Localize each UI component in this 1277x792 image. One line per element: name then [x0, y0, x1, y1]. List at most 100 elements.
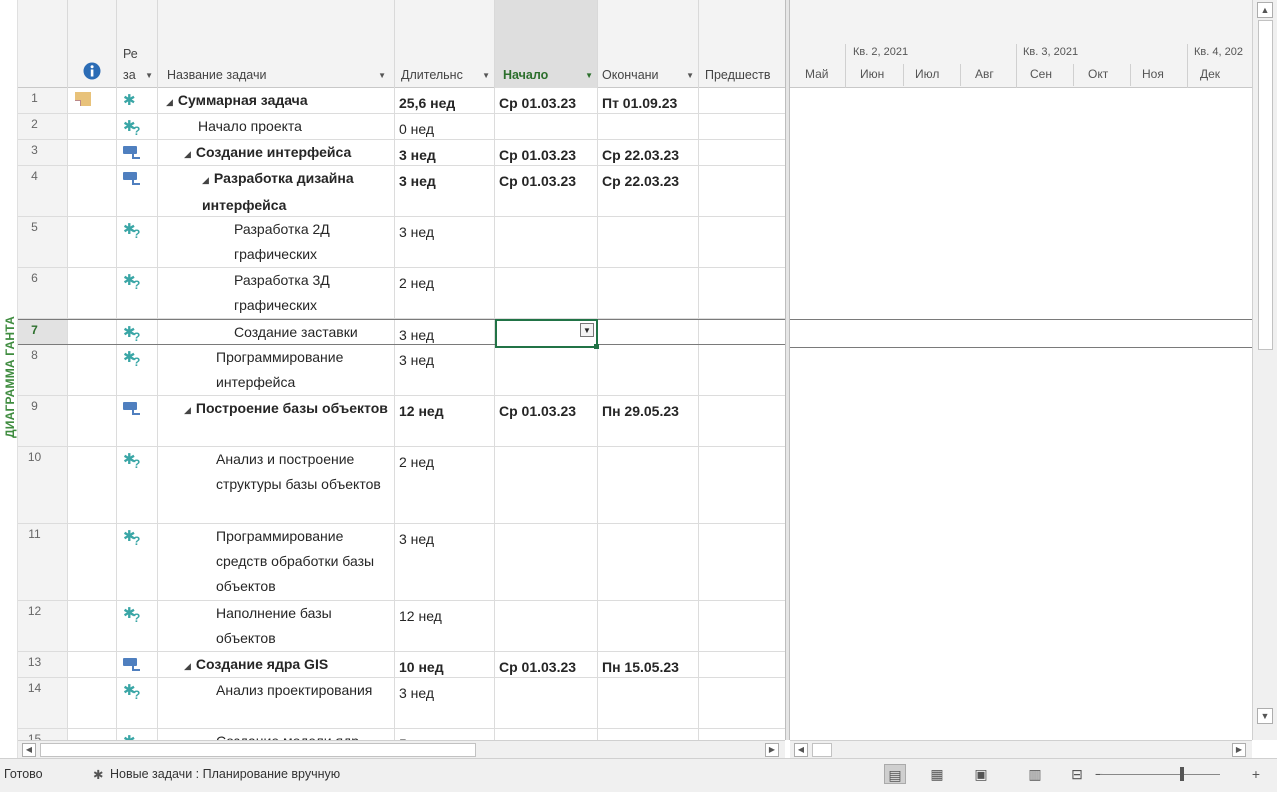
new-tasks-mode[interactable]: Новые задачи : Планирование вручную [110, 767, 340, 781]
start-cell[interactable] [495, 268, 598, 318]
duration-cell[interactable]: 3 нед [395, 140, 495, 165]
start-cell[interactable] [495, 345, 598, 395]
task-name-cell[interactable]: ◢ Создание интерфейса [158, 140, 395, 165]
task-mode-cell[interactable]: ✱? [117, 268, 158, 318]
scroll-right-icon[interactable]: ▶ [765, 743, 779, 757]
duration-cell[interactable]: 2 нед [395, 447, 495, 523]
task-mode-cell[interactable]: ✱? [117, 729, 158, 740]
zoom-slider[interactable] [1100, 774, 1220, 775]
task-name-cell[interactable]: ◢ Построение базы объектов [158, 396, 395, 446]
start-date-editor[interactable]: ▼ [495, 319, 599, 349]
task-name-cell[interactable]: Разработка 3Д графических [158, 268, 395, 318]
vertical-scrollbar[interactable]: ▲ ▼ [1252, 0, 1277, 740]
collapse-triangle-icon[interactable]: ◢ [184, 149, 191, 159]
finish-cell[interactable] [598, 268, 699, 318]
duration-cell[interactable]: 3 нед [395, 678, 495, 728]
task-mode-cell[interactable] [117, 140, 158, 165]
predecessors-cell[interactable] [699, 345, 785, 395]
collapse-triangle-icon[interactable]: ◢ [184, 661, 191, 671]
finish-cell[interactable]: Ср 22.03.23 [598, 140, 699, 165]
chevron-down-icon[interactable]: ▼ [686, 71, 694, 80]
chevron-down-icon[interactable]: ▼ [482, 71, 490, 80]
header-task-name[interactable]: Название задачи ▼ [158, 0, 395, 88]
dropdown-arrow-icon[interactable]: ▼ [580, 323, 594, 337]
duration-cell[interactable]: 12 нед [395, 601, 495, 651]
finish-cell[interactable]: Пн 15.05.23 [598, 652, 699, 677]
task-name-cell[interactable]: Анализ проектирования [158, 678, 395, 728]
report-icon[interactable]: ⊟ [1066, 764, 1088, 784]
gantt-horizontal-scrollbar[interactable]: ◀ ▶ [790, 740, 1252, 758]
start-cell[interactable]: Ср 01.03.23 [495, 88, 598, 113]
task-mode-cell[interactable]: ✱? [117, 345, 158, 395]
task-name-cell[interactable]: ◢ Суммарная задача [158, 88, 395, 113]
task-mode-cell[interactable]: ✱? [117, 601, 158, 651]
predecessors-cell[interactable] [699, 601, 785, 651]
predecessors-cell[interactable] [699, 268, 785, 318]
task-mode-cell[interactable] [117, 396, 158, 446]
fill-handle[interactable] [594, 344, 599, 349]
finish-cell[interactable] [598, 524, 699, 600]
table-row[interactable]: 6 ✱? Разработка 3Д графических 2 нед [18, 268, 785, 319]
note-icon[interactable] [75, 92, 91, 106]
predecessors-cell[interactable] [699, 729, 785, 740]
task-mode-cell[interactable] [117, 166, 158, 216]
duration-cell[interactable]: 3 нед [395, 524, 495, 600]
finish-cell[interactable]: Ср 22.03.23 [598, 166, 699, 216]
finish-cell[interactable] [598, 345, 699, 395]
task-name-cell[interactable]: Наполнение базы объектов [158, 601, 395, 651]
scroll-down-icon[interactable]: ▼ [1257, 708, 1273, 724]
duration-cell[interactable]: 12 нед [395, 396, 495, 446]
task-name-cell[interactable]: Создание модели ядр [158, 729, 395, 740]
team-planner-icon[interactable]: ▣ [970, 764, 992, 784]
task-mode-cell[interactable]: ✱? [117, 114, 158, 139]
chevron-down-icon[interactable]: ▼ [145, 71, 153, 80]
predecessors-cell[interactable] [699, 88, 785, 113]
task-name-cell[interactable]: Начало проекта [158, 114, 395, 139]
task-name-cell[interactable]: ◢ Создание ядра GIS [158, 652, 395, 677]
table-row[interactable]: 8 ✱? Программирование интерфейса 3 нед [18, 345, 785, 396]
table-row[interactable]: 10 ✱? Анализ и построение структуры базы о… [18, 447, 785, 524]
table-row[interactable]: 7 ✱? Создание заставки 3 нед [18, 319, 785, 345]
task-name-cell[interactable]: Программирование средств обработки базы … [158, 524, 395, 600]
sheet-horizontal-scrollbar[interactable]: ◀ ▶ [18, 740, 785, 758]
task-name-cell[interactable]: Разработка 2Д графических [158, 217, 395, 267]
duration-cell[interactable]: 2 нед [395, 268, 495, 318]
header-duration[interactable]: Длительнс ▼ [395, 0, 495, 88]
predecessors-cell[interactable] [699, 320, 785, 344]
finish-cell[interactable]: Пн 29.05.23 [598, 396, 699, 446]
start-cell[interactable] [495, 447, 598, 523]
task-name-cell[interactable]: Анализ и построение структуры базы объек… [158, 447, 395, 523]
finish-cell[interactable] [598, 447, 699, 523]
task-name-cell[interactable]: Программирование интерфейса [158, 345, 395, 395]
scroll-left-icon[interactable]: ◀ [22, 743, 36, 757]
duration-cell[interactable]: 10 нед [395, 652, 495, 677]
finish-cell[interactable] [598, 601, 699, 651]
chevron-down-icon[interactable]: ▼ [585, 71, 593, 80]
task-mode-cell[interactable]: ✱? [117, 320, 158, 344]
duration-cell[interactable]: 25,6 нед [395, 88, 495, 113]
scroll-up-icon[interactable]: ▲ [1257, 2, 1273, 18]
finish-cell[interactable] [598, 678, 699, 728]
predecessors-cell[interactable] [699, 396, 785, 446]
header-start[interactable]: Начало ▼ [495, 0, 598, 88]
task-usage-icon[interactable]: ▦ [926, 764, 948, 784]
start-cell[interactable]: Ср 01.03.23 [495, 166, 598, 216]
start-cell[interactable] [495, 678, 598, 728]
table-row[interactable]: 2 ✱? Начало проекта 0 нед [18, 114, 785, 140]
duration-cell[interactable]: 3 нед [395, 166, 495, 216]
table-row[interactable]: 1 ✱ ◢ Суммарная задача 25,6 нед Ср 01.03.23 Пт… [18, 88, 785, 114]
finish-cell[interactable] [598, 320, 699, 344]
scroll-thumb[interactable] [812, 743, 832, 757]
start-cell[interactable] [495, 114, 598, 139]
predecessors-cell[interactable] [699, 678, 785, 728]
task-name-cell[interactable]: Создание заставки [158, 320, 395, 344]
task-mode-cell[interactable]: ✱? [117, 447, 158, 523]
zoom-slider-thumb[interactable] [1180, 767, 1184, 781]
predecessors-cell[interactable] [699, 652, 785, 677]
predecessors-cell[interactable] [699, 166, 785, 216]
start-cell[interactable] [495, 601, 598, 651]
header-predecessors[interactable]: Предшеств [699, 0, 785, 88]
resource-sheet-icon[interactable]: ▥ [1024, 764, 1046, 784]
start-cell[interactable] [495, 217, 598, 267]
task-mode-cell[interactable]: ✱? [117, 217, 158, 267]
